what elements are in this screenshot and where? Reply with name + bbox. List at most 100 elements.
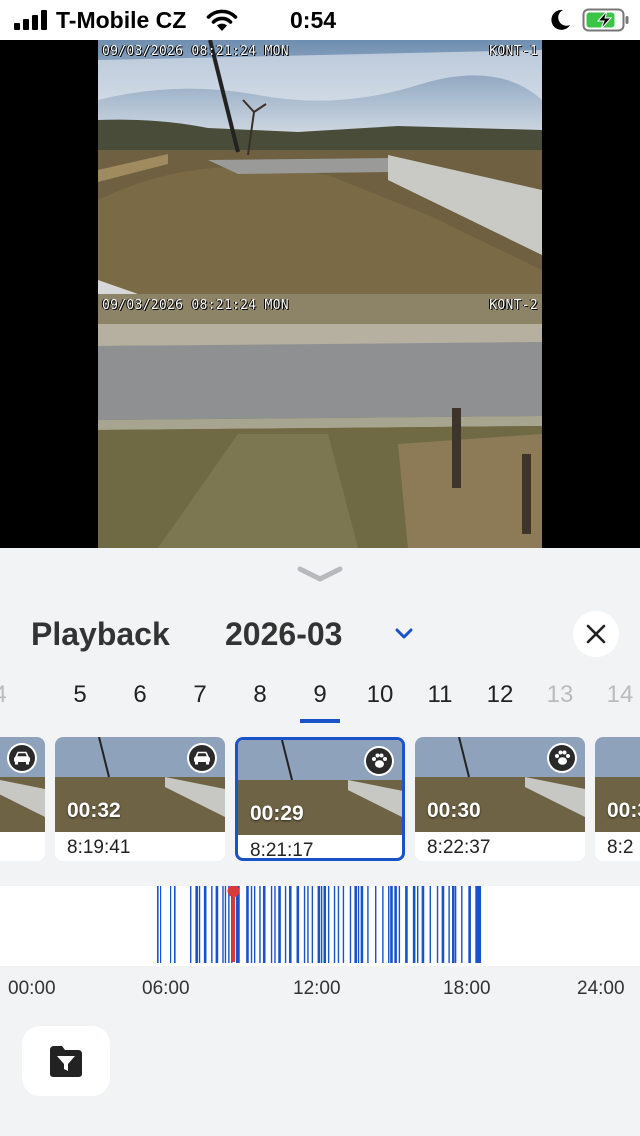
day-item[interactable]: 12 (480, 681, 520, 709)
playhead-line[interactable] (232, 886, 236, 962)
wifi-icon (206, 9, 238, 31)
timeline-tick-label: 06:00 (142, 978, 190, 999)
clip-time: 8:22:37 (427, 837, 491, 858)
timeline-event-mark (174, 886, 176, 963)
timeline-event-mark (479, 886, 482, 963)
clip-card-selected[interactable]: 00:29 8:21:17 (235, 737, 405, 861)
day-item[interactable]: 10 (360, 681, 400, 709)
day-item-selected[interactable]: 9 (300, 681, 340, 723)
filter-button[interactable] (22, 1026, 110, 1096)
video-player[interactable]: 09/03/2026 08:21:24 MON KONT-1 09/03/202… (0, 40, 640, 548)
day-item[interactable]: 14 (600, 681, 640, 709)
chevron-down-icon[interactable] (296, 564, 344, 584)
clip-time: 8:21:17 (250, 840, 314, 861)
timeline-track (157, 886, 482, 963)
paw-icon (555, 750, 570, 765)
car-icon (194, 751, 210, 765)
camera-frame-image (98, 294, 542, 548)
clip-duration: 00:3 (607, 799, 640, 822)
clip-duration: 00:32 (67, 799, 121, 822)
timeline-event-mark (390, 886, 393, 963)
timeline-tick-label: 12:00 (293, 978, 341, 999)
clip-time: 8:19:41 (67, 837, 131, 858)
camera-osd-name: KONT-2 (489, 298, 538, 313)
timeline-event-mark (198, 886, 201, 963)
timeline-event-mark (412, 886, 416, 963)
timeline-event-mark (190, 886, 192, 963)
clip-list: 00:32 8:19:41 00:29 8:21:17 00:30 8:22:3… (0, 735, 640, 863)
timeline-event-mark (296, 886, 300, 963)
day-item[interactable]: 7 (180, 681, 220, 709)
timeline-event-mark (278, 886, 281, 963)
close-button[interactable] (573, 611, 619, 657)
playback-panel: Playback 2026-03 4 5 6 7 8 9 10 11 12 13… (0, 548, 640, 1136)
timeline-event-mark (262, 886, 266, 963)
clip-card[interactable]: 00:30 8:22:37 (415, 737, 585, 861)
timeline-event-mark (317, 886, 321, 963)
month-selector[interactable]: 2026-03 (225, 616, 342, 653)
timeline-event-mark (451, 886, 455, 963)
playback-screen: T-Mobile CZ 0:54 09/03/2026 08:21:24 MON… (0, 0, 640, 1136)
paw-icon (372, 753, 387, 768)
clip-duration: 00:30 (427, 799, 481, 822)
timeline-event-mark (238, 886, 240, 963)
timeline-tick-label: 00:00 (8, 978, 56, 999)
timeline-event-mark (274, 886, 276, 963)
car-icon (14, 751, 30, 765)
timeline-event-mark (270, 886, 273, 963)
timeline-event-mark (195, 886, 198, 963)
chevron-down-icon[interactable] (394, 627, 414, 641)
timeline-event-mark (349, 886, 352, 963)
timeline-event-mark (475, 886, 478, 963)
timeline-event-mark (215, 886, 219, 963)
timeline-event-mark (468, 886, 471, 963)
day-item[interactable]: 6 (120, 681, 160, 709)
battery-charging-icon (582, 8, 629, 32)
timeline-event-mark (417, 886, 419, 963)
timeline-event-mark (337, 886, 340, 963)
timeline-event-mark (284, 886, 287, 963)
timeline-event-mark (375, 886, 377, 963)
clip-duration: 00:29 (250, 802, 304, 825)
timeline-event-mark (333, 886, 336, 963)
day-selector: 4 5 6 7 8 9 10 11 12 13 14 (0, 681, 640, 723)
timeline[interactable] (0, 886, 640, 966)
folder-filter-icon (50, 1046, 82, 1077)
paw-badge (364, 746, 394, 776)
clip-time: 8:2 (607, 837, 634, 858)
day-item[interactable]: 4 (0, 681, 20, 709)
timeline-event-mark (228, 886, 230, 963)
timeline-event-mark (222, 886, 224, 963)
timeline-event-mark (342, 886, 345, 963)
camera-view-kont-2[interactable]: 09/03/2026 08:21:24 MON KONT-2 (98, 294, 542, 548)
timeline-event-mark (224, 886, 227, 963)
timeline-event-mark (236, 886, 239, 963)
timeline-event-mark (160, 886, 162, 963)
day-item[interactable]: 11 (420, 681, 460, 709)
clip-card[interactable]: 00:32 8:19:41 (55, 737, 225, 861)
timeline-event-mark (203, 886, 207, 963)
day-item[interactable]: 13 (540, 681, 580, 709)
timeline-event-mark (360, 886, 364, 963)
status-time: 0:54 (290, 7, 337, 33)
camera-view-kont-1[interactable]: 09/03/2026 08:21:24 MON KONT-1 (98, 40, 542, 294)
day-item[interactable]: 8 (240, 681, 280, 709)
timeline-event-mark (323, 886, 327, 963)
timeline-event-mark (327, 886, 330, 963)
clip-card[interactable] (0, 737, 45, 861)
page-title: Playback (31, 616, 170, 652)
timeline-event-mark (461, 886, 463, 963)
timeline-event-mark (441, 886, 445, 963)
moon-icon (551, 9, 570, 30)
timeline-event-mark (320, 886, 323, 963)
timeline-event-mark (250, 886, 253, 963)
car-badge (187, 743, 217, 773)
clip-card[interactable]: 00:3 8:2 (595, 737, 640, 861)
paw-badge (547, 743, 577, 773)
close-icon (586, 624, 606, 644)
car-badge (7, 743, 37, 773)
timeline-tick-label: 18:00 (443, 978, 491, 999)
camera-osd-datetime: 09/03/2026 08:21:24 MON (102, 298, 289, 313)
day-item[interactable]: 5 (60, 681, 100, 709)
timeline-event-mark (357, 886, 360, 963)
